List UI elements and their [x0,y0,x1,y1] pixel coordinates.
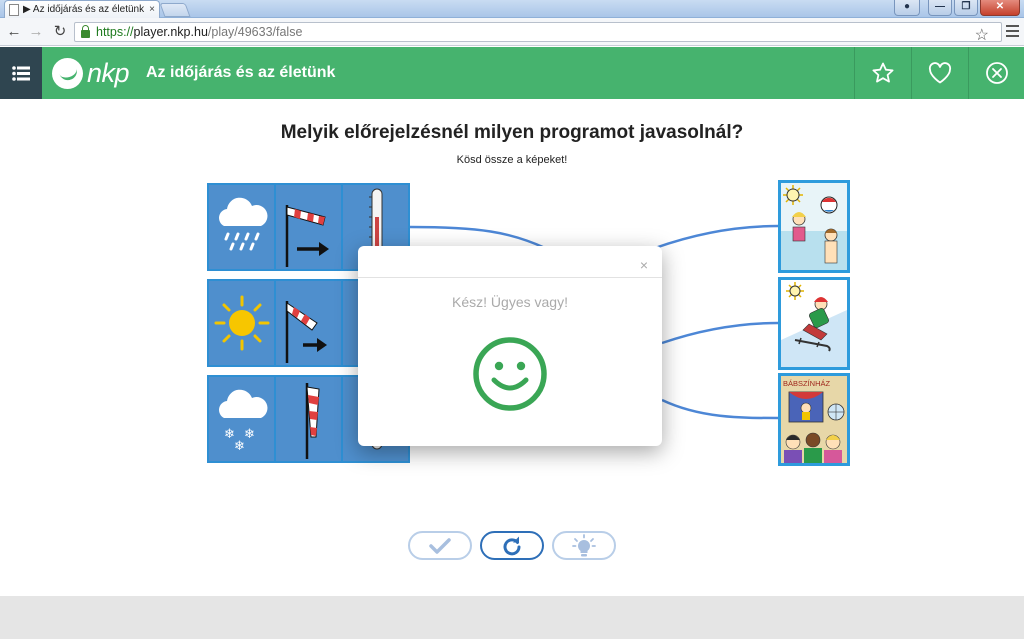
rain-cloud-icon [209,185,274,269]
result-dialog: × Kész! Ügyes vagy! [358,246,662,446]
connection-line [409,225,546,250]
connection-line [661,321,779,345]
retry-icon [503,536,521,555]
hint-bulb-icon [572,533,596,556]
result-message: Kész! Ügyes vagy! [452,294,568,310]
dialog-close-icon[interactable]: × [640,257,648,273]
check-button[interactable] [408,531,472,560]
smiley-icon [473,337,547,411]
retry-button[interactable] [480,531,544,560]
sledding-picture[interactable] [778,277,850,370]
beach-picture[interactable] [778,180,850,273]
theatre-sign: BÁBSZÍNHÁZ [783,379,831,388]
divider [358,277,662,278]
windsock-calm-icon [276,377,341,461]
hint-button[interactable] [552,531,616,560]
page-footer [0,596,1024,639]
connection-line [654,224,779,250]
snow-cloud-icon: ❄ ❄ ❄ [209,377,274,461]
svg-text:❄: ❄ [244,427,255,442]
windsock-arrow-icon [276,185,341,269]
connection-line [661,398,779,420]
check-icon [429,537,451,554]
sun-icon [209,281,274,365]
puppet-theatre-picture[interactable]: BÁBSZÍNHÁZ [778,373,850,466]
windsock-arrow-icon [276,281,341,365]
svg-text:❄: ❄ [234,439,245,454]
